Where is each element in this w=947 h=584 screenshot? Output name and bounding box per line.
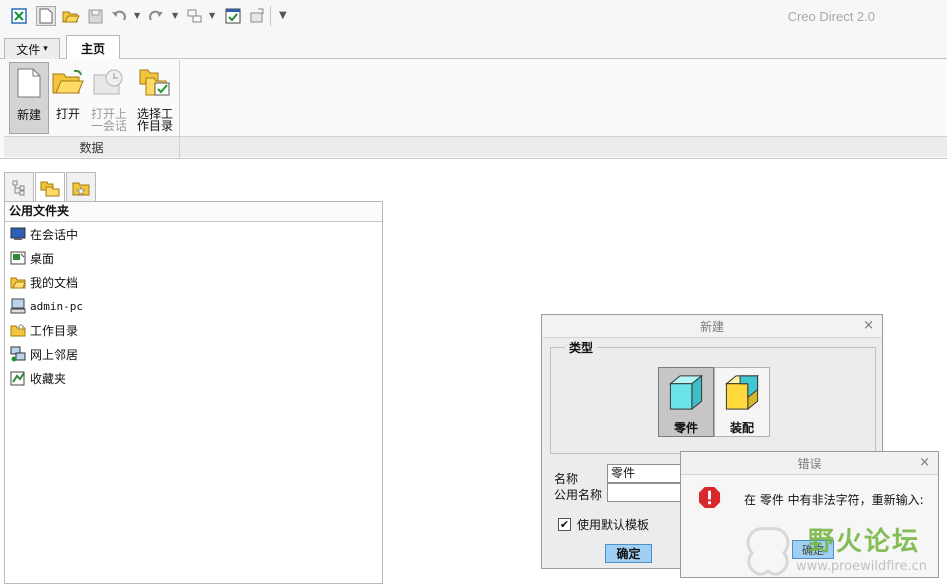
my-documents-icon [10,274,26,290]
nav-item-label: 网上邻居 [30,347,79,362]
computer-icon [10,298,26,314]
watermark-text: 野火论坛 [808,527,921,557]
watermark-url: www.proewildfire.cn [796,559,927,574]
regenerate-dropdown-icon[interactable]: ▼ [209,11,215,20]
type-assembly-label: 装配 [729,421,754,435]
nav-item-working-directory[interactable]: 工作目录 [10,320,78,340]
forum-watermark: 野火论坛 www.proewildfire.cn [738,519,947,584]
undo-dropdown-icon[interactable]: ▼ [134,11,140,20]
new-file-icon [12,65,46,101]
new-dialog-titlebar: 新建 × [542,315,882,338]
close-icon[interactable]: × [863,318,874,333]
nav-item-label: 工作目录 [30,323,79,338]
name-label: 名称 [554,472,579,486]
navigator-header: 公用文件夹 [5,202,382,222]
nav-item-label: 收藏夹 [30,371,67,386]
tab-file-label: 文件 [16,42,41,57]
watermark-logo-icon [746,526,790,576]
nav-item-label: admin-pc [30,299,83,313]
assembly-icon [724,374,760,411]
nav-item-computer[interactable]: admin-pc [10,296,83,316]
tab-file[interactable]: 文件 ▾ [4,38,60,59]
customize-toolbar-icon[interactable]: ▼ [279,10,287,21]
new-dialog-title: 新建 [699,319,724,334]
undo-icon[interactable] [109,6,129,26]
type-part-label: 零件 [673,421,698,435]
folder-browser-tab-icon[interactable] [35,172,65,202]
open-folder-icon[interactable] [61,6,81,26]
select-working-directory-button[interactable]: 选择工 作目录 [133,62,177,134]
nav-item-label: 在会话中 [30,227,79,242]
type-assembly-button[interactable]: 装配 [714,367,770,437]
model-tree-tab-icon[interactable] [4,172,34,202]
tab-home[interactable]: 主页 [66,35,120,60]
error-dialog-title: 错误 [797,456,822,471]
type-group-label: 类型 [565,339,598,356]
nav-item-favorites[interactable]: 收藏夹 [10,368,66,388]
select-working-directory-label-2: 作目录 [136,119,173,133]
nav-item-label: 桌面 [30,251,55,266]
use-default-template-label: 使用默认模板 [577,518,650,532]
close-window-icon[interactable] [247,6,267,26]
open-last-session-label-2: 一会话 [90,119,127,133]
working-directory-icon [10,322,26,338]
folder-navigator: 公用文件夹 在会话中 桌面 我的文档 admin-pc 工作目录 网上邻居 收藏… [4,201,383,584]
save-icon[interactable] [85,6,105,26]
type-part-button[interactable]: 零件 [658,367,714,437]
ribbon: 新建 打开 打开上 一会话 选择工 作目录 数据 [0,59,947,159]
open-last-session-icon [92,64,126,100]
open-folder-icon [51,64,85,100]
ribbon-tab-strip: 文件 ▾ 主页 [0,34,947,60]
windows-icon[interactable] [223,6,243,26]
ribbon-group-data: 新建 打开 打开上 一会话 选择工 作目录 [4,60,180,136]
select-working-directory-icon [138,64,172,100]
in-session-icon [10,226,26,242]
close-icon[interactable]: × [919,455,930,470]
new-file-icon[interactable] [36,6,56,26]
open-button[interactable]: 打开 [51,62,85,134]
use-default-template-checkbox[interactable]: ✔ 使用默认模板 [558,516,649,533]
open-button-label: 打开 [55,107,80,121]
navigator-tabs [4,172,100,202]
toolbar-separator [270,6,271,26]
part-cube-icon [668,374,704,411]
open-last-session-button[interactable]: 打开上 一会话 [88,62,130,134]
network-icon [10,346,26,362]
app-logo-icon[interactable] [9,6,29,26]
type-group: 类型 零件 装配 [550,339,876,454]
chevron-down-icon: ▾ [43,44,48,54]
regenerate-icon[interactable] [185,6,205,26]
nav-item-label: 我的文档 [30,275,79,290]
app-title: Creo Direct 2.0 [787,9,875,24]
nav-item-network[interactable]: 网上邻居 [10,344,78,364]
checkbox-check-icon: ✔ [558,518,571,531]
desktop-icon [10,250,26,266]
redo-dropdown-icon[interactable]: ▼ [172,11,178,20]
new-button[interactable]: 新建 [9,62,49,134]
favorites-icon [10,370,26,386]
ribbon-group-bar: 数据 [4,136,947,158]
error-icon [698,486,721,509]
nav-item-my-documents[interactable]: 我的文档 [10,272,78,292]
nav-item-in-session[interactable]: 在会话中 [10,224,78,244]
common-name-label: 公用名称 [554,488,603,502]
quick-access-toolbar: ▼ ▼ ▼ ▼ Creo Direct 2.0 [0,0,947,34]
redo-icon[interactable] [146,6,166,26]
new-button-label: 新建 [16,108,41,122]
error-message: 在 零件 中有非法字符，重新输入: [744,493,924,507]
ok-button[interactable]: 确定 [605,544,652,563]
error-dialog-titlebar: 错误 × [681,452,938,475]
nav-item-desktop[interactable]: 桌面 [10,248,54,268]
ribbon-group-title: 数据 [4,137,180,158]
favorites-tab-icon[interactable] [66,172,96,202]
